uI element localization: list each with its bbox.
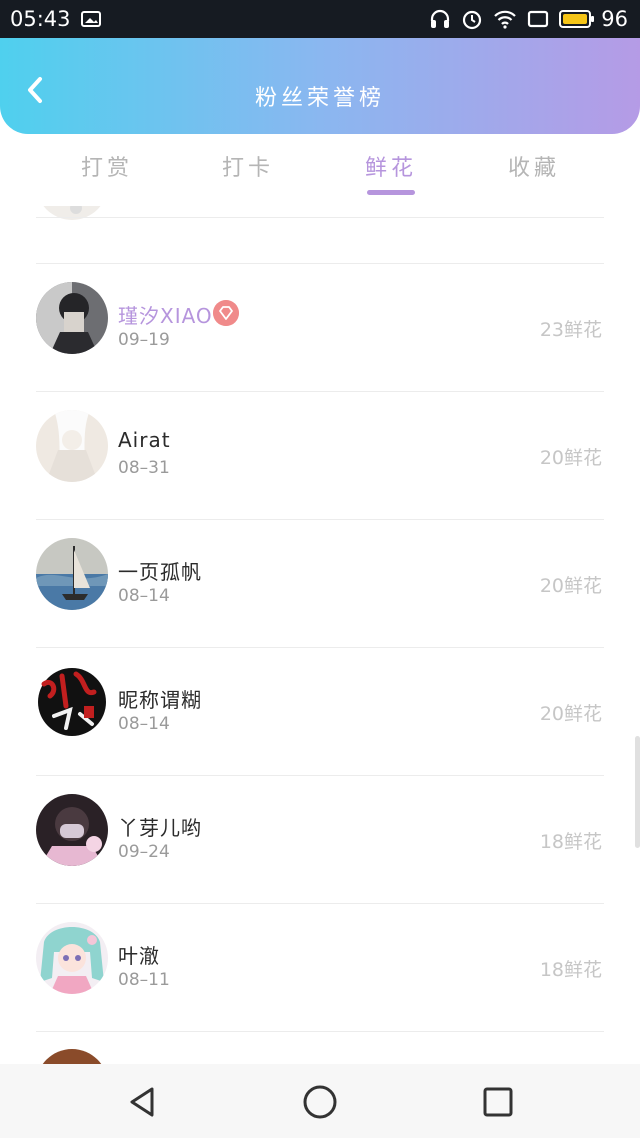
flower-count: 18鲜花 — [539, 831, 602, 853]
fan-date: 08–11 — [118, 970, 170, 990]
tab-checkin[interactable]: 打卡 — [208, 150, 288, 182]
headset-icon — [431, 9, 450, 28]
fans-list: 瑾汐XIAO 09–19 23鲜花 Airat 08–31 20鲜花 一页孤帆 … — [0, 206, 640, 1064]
avatar — [36, 538, 108, 610]
battery-level: 96 — [601, 7, 628, 31]
scrollbar[interactable] — [635, 736, 640, 848]
tab-flowers[interactable]: 鲜花 — [351, 150, 431, 182]
status-time: 05:43 — [10, 7, 71, 31]
tab-reward[interactable]: 打赏 — [67, 150, 147, 182]
triangle-back-icon[interactable] — [122, 1082, 162, 1122]
image-icon — [80, 11, 101, 27]
page-title: 粉丝荣誉榜 — [254, 86, 385, 111]
flower-count: 20鲜花 — [539, 447, 602, 469]
wifi-icon — [494, 10, 517, 29]
list-item[interactable]: 昵称谓糊 08–14 20鲜花 — [0, 647, 640, 775]
avatar — [36, 282, 108, 354]
fan-name: Airat — [118, 428, 171, 452]
page-header: 粉丝荣誉榜 — [0, 38, 640, 134]
battery-icon — [559, 10, 595, 28]
active-tab-indicator — [367, 190, 415, 195]
divider — [36, 1031, 604, 1032]
list-item[interactable]: Airat 08–31 20鲜花 — [0, 391, 640, 519]
list-item[interactable]: 瑾汐XIAO 09–19 23鲜花 — [0, 263, 640, 391]
diamond-icon — [213, 300, 239, 326]
tab-favorites[interactable]: 收藏 — [494, 150, 574, 182]
fan-name: 昵称谓糊 — [118, 688, 202, 712]
avatar — [36, 1049, 108, 1064]
circle-home-icon[interactable] — [300, 1082, 340, 1122]
avatar — [36, 794, 108, 866]
divider — [36, 217, 604, 218]
fan-name: 叶澈 — [118, 944, 160, 968]
tab-bar: 打赏 打卡 鲜花 收藏 — [0, 134, 640, 206]
flower-count: 20鲜花 — [539, 703, 602, 725]
avatar — [36, 410, 108, 482]
fan-name: 丫芽儿哟 — [118, 816, 202, 840]
system-nav-bar — [0, 1064, 640, 1138]
fan-date: 08–31 — [118, 458, 170, 478]
flower-count: 23鲜花 — [539, 319, 602, 341]
list-item[interactable]: 丫芽儿哟 09–24 18鲜花 — [0, 775, 640, 903]
flower-count: 18鲜花 — [539, 959, 602, 981]
alarm-icon — [463, 10, 482, 30]
fan-date: 08–14 — [118, 586, 170, 606]
avatar — [36, 922, 108, 994]
list-item[interactable]: 叶澈 08–11 18鲜花 — [0, 903, 640, 1031]
screen-icon — [528, 10, 549, 28]
fan-name: 一页孤帆 — [118, 560, 202, 584]
fan-date: 08–14 — [118, 714, 170, 734]
square-recents-icon[interactable] — [478, 1082, 518, 1122]
avatar — [36, 666, 108, 738]
flower-count: 20鲜花 — [539, 575, 602, 597]
list-item[interactable]: 一页孤帆 08–14 20鲜花 — [0, 519, 640, 647]
fan-name: 瑾汐XIAO — [118, 304, 213, 328]
fan-date: 09–24 — [118, 842, 170, 862]
status-bar: 05:43 96 — [0, 0, 640, 38]
fan-date: 09–19 — [118, 330, 170, 350]
